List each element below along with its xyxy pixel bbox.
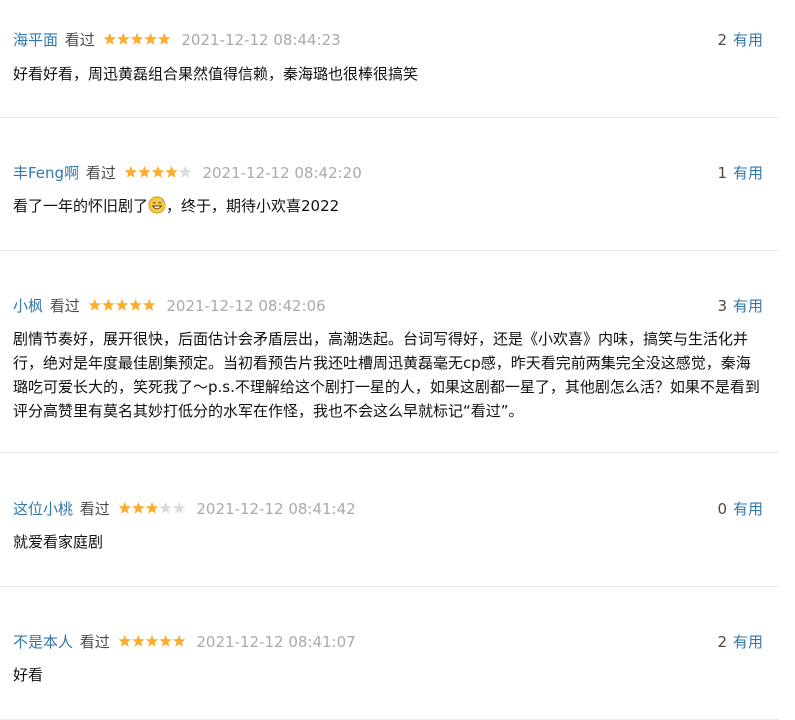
review-time: 2021-12-12 08:41:07: [196, 633, 356, 651]
review-time: 2021-12-12 08:42:06: [166, 297, 326, 315]
review-status: 看过: [64, 31, 95, 49]
star-empty-icon: [178, 165, 192, 178]
review-meta: 不是本人 看过 2021-12-12 08:41:07 2 有用: [13, 587, 763, 652]
review-item: 海平面 看过 2021-12-12 08:44:23 2 有用 好看好看，周迅黄磊…: [0, 0, 779, 118]
useful-vote[interactable]: 0 有用: [717, 499, 763, 519]
star-filled-icon: [130, 32, 143, 45]
star-filled-icon: [128, 298, 142, 311]
star-filled-icon: [137, 165, 151, 178]
star-filled-icon: [145, 501, 158, 514]
review-content: 剧情节奏好，展开很快，后面估计会矛盾层出，高潮迭起。台词写得好，还是《小欢喜》内…: [13, 330, 760, 420]
review-meta: 这位小桃 看过 2021-12-12 08:41:42 0 有用: [13, 453, 763, 519]
useful-vote[interactable]: 2 有用: [717, 632, 763, 652]
star-filled-icon: [157, 32, 171, 45]
review-content: 看了一年的怀旧剧了 ，终于，期待小欢喜2022: [13, 194, 763, 218]
review-content-text: ，终于，期待小欢喜2022: [166, 197, 340, 215]
star-filled-icon: [131, 501, 145, 514]
review-item: 丰Feng啊 看过 2021-12-12 08:42:20 1 有用 看了一年的怀…: [0, 118, 779, 251]
rating-stars: [103, 32, 171, 46]
star-empty-icon: [158, 501, 172, 514]
review-time: 2021-12-12 08:42:20: [202, 164, 362, 182]
review-meta: 丰Feng啊 看过 2021-12-12 08:42:20 1 有用: [13, 118, 763, 183]
review-item: 小枫 看过 2021-12-12 08:42:06 3 有用 剧情节奏好，展开很快…: [0, 251, 779, 453]
review-content: 好看: [13, 666, 44, 684]
useful-button[interactable]: 有用: [733, 633, 763, 651]
review-status: 看过: [79, 633, 110, 651]
review-time: 2021-12-12 08:44:23: [181, 31, 341, 49]
star-filled-icon: [151, 165, 164, 178]
review-content: 好看好看，周迅黄磊组合果然值得信赖，秦海璐也很棒很搞笑: [13, 65, 419, 83]
review-status: 看过: [49, 297, 80, 315]
useful-vote[interactable]: 1 有用: [717, 163, 763, 183]
star-filled-icon: [103, 32, 116, 45]
star-filled-icon: [164, 165, 178, 178]
vote-count: 2: [717, 31, 727, 49]
vote-count: 0: [717, 500, 727, 518]
star-filled-icon: [124, 165, 137, 178]
review-username[interactable]: 这位小桃: [13, 500, 73, 518]
star-filled-icon: [101, 298, 115, 311]
review-time: 2021-12-12 08:41:42: [196, 500, 356, 518]
review-username[interactable]: 小枫: [13, 297, 43, 315]
star-filled-icon: [145, 634, 158, 647]
useful-button[interactable]: 有用: [733, 31, 763, 49]
review-item: 这位小桃 看过 2021-12-12 08:41:42 0 有用 就爱看家庭剧: [0, 453, 779, 587]
useful-button[interactable]: 有用: [733, 164, 763, 182]
review-meta: 小枫 看过 2021-12-12 08:42:06 3 有用: [13, 251, 763, 316]
vote-count: 3: [717, 297, 727, 315]
grinning-sweat-emoji-icon: [148, 196, 166, 214]
review-username[interactable]: 不是本人: [13, 633, 73, 651]
useful-vote[interactable]: 2 有用: [717, 30, 763, 50]
rating-stars: [88, 298, 156, 312]
star-filled-icon: [118, 501, 131, 514]
star-filled-icon: [88, 298, 101, 311]
review-username[interactable]: 丰Feng啊: [13, 164, 79, 182]
star-filled-icon: [142, 298, 156, 311]
star-filled-icon: [143, 32, 157, 45]
review-username[interactable]: 海平面: [13, 31, 58, 49]
rating-stars: [118, 501, 186, 515]
review-list: 海平面 看过 2021-12-12 08:44:23 2 有用 好看好看，周迅黄磊…: [0, 0, 779, 720]
star-filled-icon: [172, 634, 186, 647]
star-filled-icon: [116, 32, 130, 45]
vote-count: 2: [717, 633, 727, 651]
useful-vote[interactable]: 3 有用: [717, 296, 763, 316]
rating-stars: [118, 634, 186, 648]
star-empty-icon: [172, 501, 186, 514]
star-filled-icon: [158, 634, 172, 647]
review-content-text: 看了一年的怀旧剧了: [13, 197, 149, 215]
star-filled-icon: [115, 298, 128, 311]
useful-button[interactable]: 有用: [733, 500, 763, 518]
rating-stars: [124, 165, 192, 179]
star-filled-icon: [118, 634, 131, 647]
review-meta: 海平面 看过 2021-12-12 08:44:23 2 有用: [13, 0, 763, 50]
review-status: 看过: [85, 164, 116, 182]
star-filled-icon: [131, 634, 145, 647]
review-item: 不是本人 看过 2021-12-12 08:41:07 2 有用 好看: [0, 587, 779, 720]
vote-count: 1: [717, 164, 727, 182]
review-status: 看过: [79, 500, 110, 518]
review-content: 就爱看家庭剧: [13, 533, 104, 551]
useful-button[interactable]: 有用: [733, 297, 763, 315]
